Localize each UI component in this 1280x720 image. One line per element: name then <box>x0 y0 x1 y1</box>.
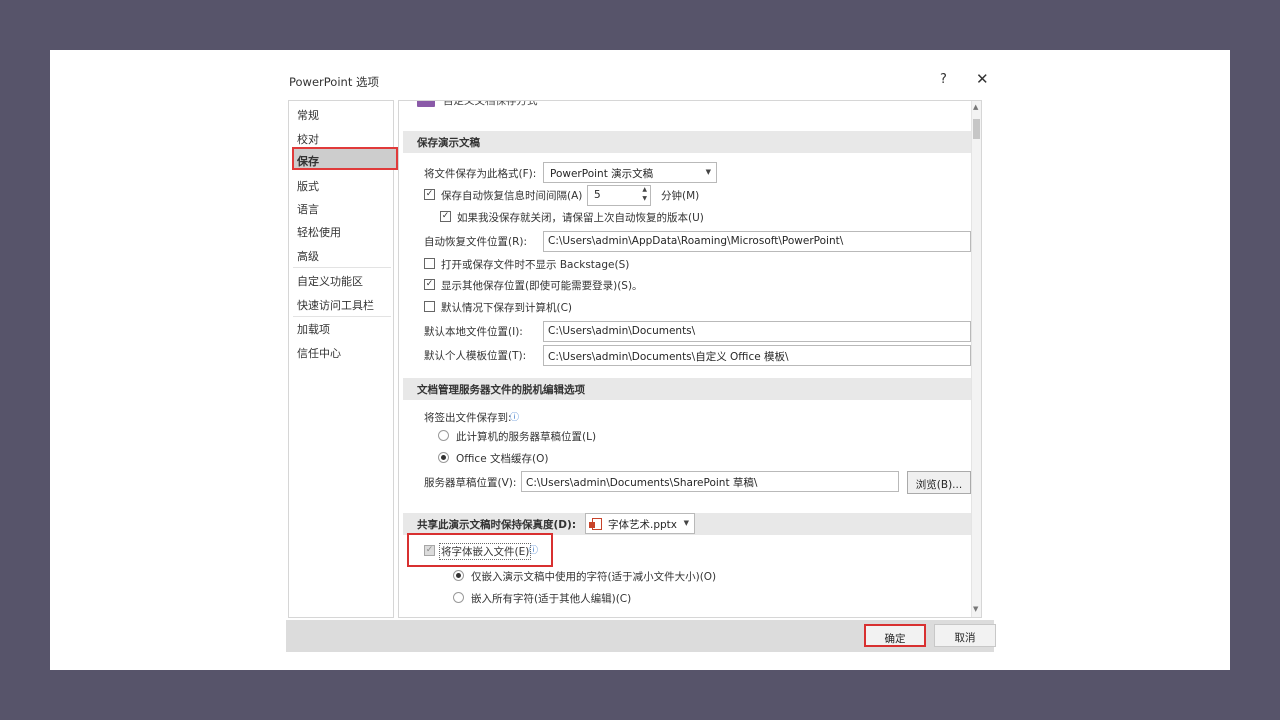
autorecover-minutes-spinner[interactable]: 5 ▲ ▼ <box>587 185 651 206</box>
nav-item-language[interactable]: 语言 <box>297 201 319 217</box>
nav-divider <box>293 267 391 268</box>
format-label: 将文件保存为此格式(F): <box>424 168 537 180</box>
options-dialog: PowerPoint 选项 ? ✕ 常规 校对 保存 版式 语言 轻松使用 高级… <box>286 68 996 652</box>
drafts-path-input[interactable]: C:\Users\admin\Documents\SharePoint 草稿\ <box>521 471 899 492</box>
local-path-input[interactable]: C:\Users\admin\Documents\ <box>543 321 971 342</box>
embed-all-chars-radio[interactable] <box>453 592 464 603</box>
autorecover-checkbox[interactable]: ✓ <box>424 189 435 200</box>
show-other-locations-label: 显示其他保存位置(即使可能需要登录)(S)。 <box>441 280 643 292</box>
keep-last-version-checkbox[interactable]: ✓ <box>440 211 451 222</box>
format-select-value: PowerPoint 演示文稿 <box>550 168 654 180</box>
nav-item-save[interactable]: 保存 <box>292 147 398 170</box>
template-path-label: 默认个人模板位置(T): <box>424 350 527 362</box>
template-path-input[interactable]: C:\Users\admin\Documents\自定义 Office 模板\ <box>543 345 971 366</box>
office-cache-radio[interactable] <box>438 452 449 463</box>
no-backstage-checkbox[interactable] <box>424 258 435 269</box>
nav-item-general[interactable]: 常规 <box>297 107 319 123</box>
nav-item-proofing[interactable]: 校对 <box>297 131 319 147</box>
browse-button[interactable]: 浏览(B)... <box>907 471 971 494</box>
nav-item-addins[interactable]: 加载项 <box>297 321 330 337</box>
fidelity-file-value: 字体艺术.pptx <box>608 519 677 531</box>
server-drafts-label: 此计算机的服务器草稿位置(L) <box>456 431 597 443</box>
fidelity-file-select[interactable]: 字体艺术.pptx ▼ <box>585 513 695 534</box>
top-partial-heading: 自定义文档保存方式 <box>443 100 538 107</box>
nav-item-trust-center[interactable]: 信任中心 <box>297 345 341 361</box>
scroll-up-icon[interactable]: ▲ <box>973 103 978 111</box>
embed-fonts-highlight <box>407 533 553 567</box>
no-backstage-label: 打开或保存文件时不显示 Backstage(S) <box>441 259 630 271</box>
chevron-down-icon: ▼ <box>683 519 689 527</box>
scrollbar-thumb[interactable] <box>973 119 980 139</box>
spin-down-icon[interactable]: ▼ <box>642 195 647 202</box>
nav-item-quick-access[interactable]: 快速访问工具栏 <box>297 297 374 313</box>
nav-item-advanced[interactable]: 高级 <box>297 248 319 264</box>
embed-all-chars-label: 嵌入所有字符(适于其他人编辑)(C) <box>471 593 632 605</box>
panel-scrollbar[interactable]: ▲ ▼ <box>971 101 981 617</box>
dialog-title: PowerPoint 选项 <box>289 75 379 89</box>
format-select[interactable]: PowerPoint 演示文稿 ▼ <box>543 162 717 183</box>
save-checked-out-label: 将签出文件保存到: <box>424 412 512 424</box>
nav-item-layout[interactable]: 版式 <box>297 178 319 194</box>
spin-up-icon[interactable]: ▲ <box>642 186 647 193</box>
embed-used-chars-label: 仅嵌入演示文稿中使用的字符(适于减小文件大小)(O) <box>471 571 717 583</box>
dialog-footer: 确定 取消 <box>286 620 996 652</box>
nav-item-accessibility[interactable]: 轻松使用 <box>297 224 341 240</box>
section-offline-editing: 文档管理服务器文件的脱机编辑选项 <box>403 378 971 400</box>
cancel-button[interactable]: 取消 <box>934 624 996 647</box>
embed-used-chars-radio[interactable] <box>453 570 464 581</box>
pptx-file-icon <box>589 518 602 530</box>
autorecover-path-input[interactable]: C:\Users\admin\AppData\Roaming\Microsoft… <box>543 231 971 252</box>
info-icon: ⓘ <box>510 413 520 423</box>
nav-divider <box>293 316 391 317</box>
help-icon[interactable]: ? <box>940 72 947 87</box>
show-other-locations-checkbox[interactable]: ✓ <box>424 279 435 290</box>
drafts-path-label: 服务器草稿位置(V): <box>424 477 517 489</box>
close-icon[interactable]: ✕ <box>976 70 989 88</box>
autorecover-path-label: 自动恢复文件位置(R): <box>424 236 528 248</box>
save-to-computer-label: 默认情况下保存到计算机(C) <box>441 302 573 314</box>
nav-item-customize-ribbon[interactable]: 自定义功能区 <box>297 273 363 289</box>
office-cache-label: Office 文档缓存(O) <box>456 453 549 465</box>
chevron-down-icon: ▼ <box>705 168 711 176</box>
save-settings-icon <box>417 101 435 107</box>
server-drafts-radio[interactable] <box>438 430 449 441</box>
autorecover-minutes-value: 5 <box>594 189 601 201</box>
local-path-label: 默认本地文件位置(I): <box>424 326 523 338</box>
minutes-label: 分钟(M) <box>661 190 700 202</box>
section-save-presentations: 保存演示文稿 <box>403 131 971 153</box>
category-nav: 常规 校对 保存 版式 语言 轻松使用 高级 自定义功能区 快速访问工具栏 加载… <box>288 100 398 618</box>
keep-last-version-label: 如果我没保存就关闭，请保留上次自动恢复的版本(U) <box>457 212 704 224</box>
autorecover-label: 保存自动恢复信息时间间隔(A) <box>441 190 583 202</box>
ok-button[interactable]: 确定 <box>864 624 926 647</box>
scroll-down-icon[interactable]: ▼ <box>973 605 978 613</box>
save-to-computer-checkbox[interactable] <box>424 301 435 312</box>
